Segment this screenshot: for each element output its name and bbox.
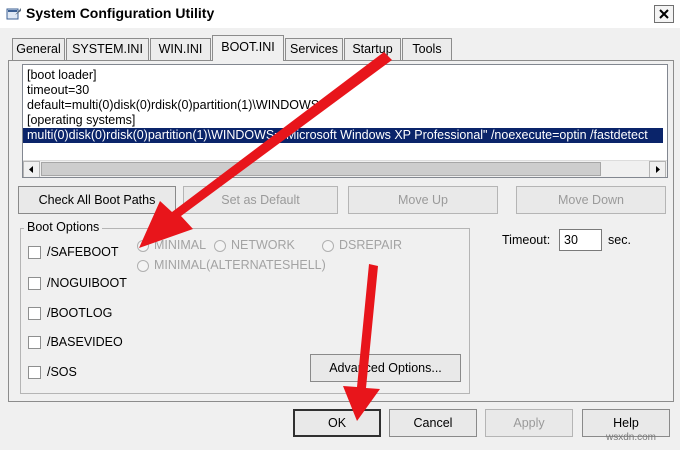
- tab-label: BOOT.INI: [221, 40, 275, 54]
- basevideo-checkbox[interactable]: [28, 336, 41, 349]
- ok-button[interactable]: OK: [293, 409, 381, 437]
- network-radio[interactable]: [214, 240, 226, 252]
- boot-ini-line[interactable]: [boot loader]: [27, 68, 97, 83]
- minimal-alternateshell-label: MINIMAL(ALTERNATESHELL): [154, 258, 326, 272]
- move-down-button[interactable]: Move Down: [516, 186, 666, 214]
- tab-label: General: [16, 42, 61, 56]
- tab-boot-ini[interactable]: BOOT.INI: [212, 35, 284, 61]
- minimal-alternateshell-radio[interactable]: [137, 260, 149, 272]
- advanced-options-button[interactable]: Advanced Options...: [310, 354, 461, 382]
- bootlog-checkbox[interactable]: [28, 307, 41, 320]
- arrow-left-icon: [29, 166, 33, 173]
- apply-button[interactable]: Apply: [485, 409, 573, 437]
- horizontal-scrollbar[interactable]: [23, 160, 667, 177]
- network-label: NETWORK: [231, 238, 295, 252]
- tab-label: Services: [290, 42, 338, 56]
- tab-label: WIN.INI: [158, 42, 203, 56]
- tab-label: SYSTEM.INI: [72, 42, 143, 56]
- timeout-unit-label: sec.: [608, 233, 631, 247]
- close-button[interactable]: [654, 5, 674, 23]
- dsrepair-radio[interactable]: [322, 240, 334, 252]
- window-title: System Configuration Utility: [26, 5, 215, 21]
- scroll-thumb[interactable]: [41, 162, 601, 176]
- safeboot-label: /SAFEBOOT: [47, 245, 119, 259]
- tab-startup[interactable]: Startup: [344, 38, 401, 60]
- boot-ini-line[interactable]: [operating systems]: [27, 113, 135, 128]
- tab-tools[interactable]: Tools: [402, 38, 452, 60]
- boot-options-title: Boot Options: [24, 220, 103, 234]
- msconfig-app-icon: [6, 8, 21, 20]
- tab-general[interactable]: General: [12, 38, 65, 60]
- close-icon: [659, 9, 669, 19]
- timeout-input[interactable]: 30: [559, 229, 602, 251]
- timeout-label: Timeout:: [502, 233, 551, 247]
- basevideo-label: /BASEVIDEO: [47, 335, 123, 349]
- watermark-text: wsxdn.com: [606, 432, 657, 443]
- tab-services[interactable]: Services: [285, 38, 343, 60]
- noguiboot-checkbox[interactable]: [28, 277, 41, 290]
- system-configuration-window: System Configuration Utility General SYS…: [0, 0, 680, 450]
- title-bar: System Configuration Utility: [0, 0, 680, 28]
- boot-ini-line[interactable]: timeout=30: [27, 83, 89, 98]
- boot-ini-selected-line[interactable]: multi(0)disk(0)rdisk(0)partition(1)\WIND…: [23, 128, 663, 143]
- tab-win-ini[interactable]: WIN.INI: [150, 38, 211, 60]
- sos-checkbox[interactable]: [28, 366, 41, 379]
- tab-label: Tools: [412, 42, 442, 56]
- dsrepair-label: DSREPAIR: [339, 238, 402, 252]
- boot-ini-line[interactable]: default=multi(0)disk(0)rdisk(0)partition…: [27, 98, 319, 113]
- minimal-label: MINIMAL: [154, 238, 207, 252]
- scroll-left-button[interactable]: [23, 161, 40, 177]
- scroll-right-button[interactable]: [649, 161, 666, 177]
- arrow-right-icon: [656, 166, 660, 173]
- boot-ini-listbox[interactable]: [boot loader] timeout=30 default=multi(0…: [22, 64, 668, 178]
- safeboot-checkbox[interactable]: [28, 246, 41, 259]
- minimal-radio[interactable]: [137, 240, 149, 252]
- check-all-boot-paths-button[interactable]: Check All Boot Paths: [18, 186, 176, 214]
- bootlog-label: /BOOTLOG: [47, 306, 113, 320]
- tab-label: Startup: [352, 42, 393, 56]
- move-up-button[interactable]: Move Up: [348, 186, 498, 214]
- noguiboot-label: /NOGUIBOOT: [47, 276, 127, 290]
- set-as-default-button[interactable]: Set as Default: [183, 186, 338, 214]
- tab-system-ini[interactable]: SYSTEM.INI: [66, 38, 149, 60]
- cancel-button[interactable]: Cancel: [389, 409, 477, 437]
- sos-label: /SOS: [47, 365, 77, 379]
